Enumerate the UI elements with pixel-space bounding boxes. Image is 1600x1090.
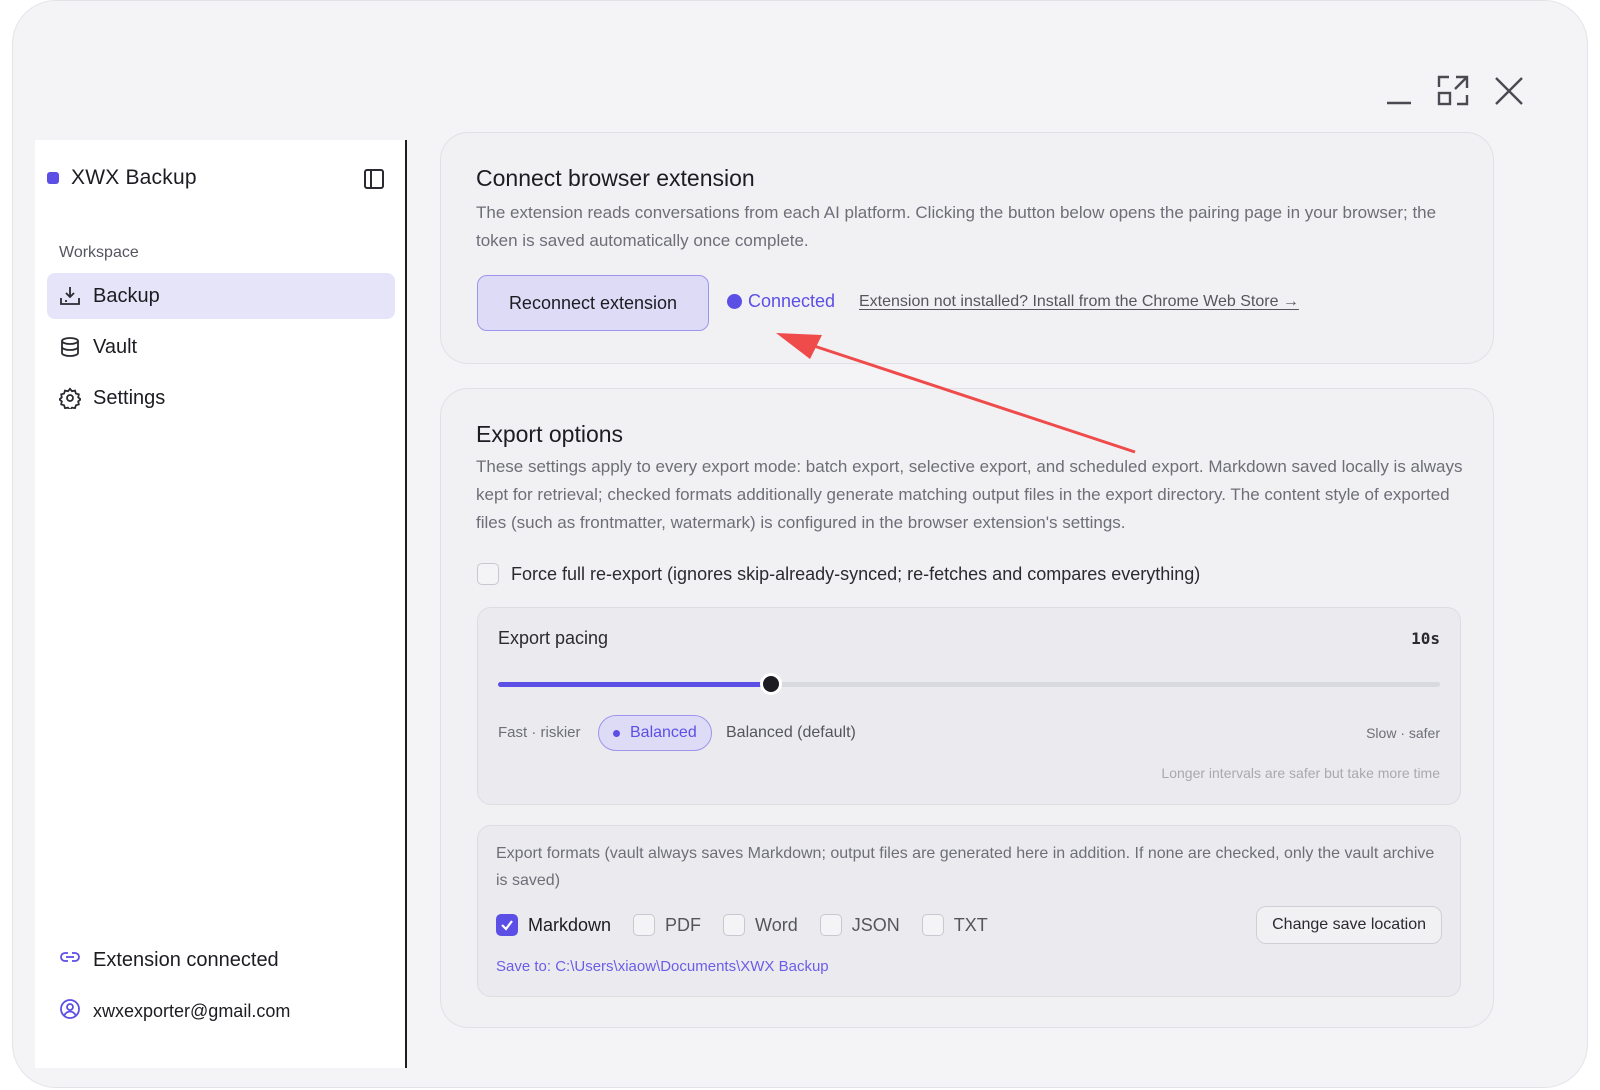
format-option-pdf[interactable]: PDF (633, 914, 701, 936)
app-title: XWX Backup (71, 166, 197, 189)
pacing-preset-chip[interactable]: Balanced (598, 715, 712, 751)
reconnect-extension-button[interactable]: Reconnect extension (477, 275, 709, 331)
force-reexport-checkbox[interactable] (477, 563, 499, 585)
pacing-chip-label: Balanced (630, 724, 697, 741)
close-icon[interactable] (1489, 71, 1529, 111)
format-option-markdown[interactable]: Markdown (496, 914, 611, 936)
format-option-json[interactable]: JSON (819, 914, 900, 936)
formats-description: Export formats (vault always saves Markd… (496, 845, 1435, 889)
maximize-icon[interactable] (1433, 71, 1473, 111)
force-reexport-option[interactable]: Force full re-export (ignores skip-alrea… (477, 563, 1200, 585)
export-options-card: Export options These settings apply to e… (440, 388, 1494, 1028)
connect-extension-card: Connect browser extension The extension … (440, 132, 1494, 364)
format-checkbox-txt[interactable] (921, 914, 944, 936)
export-card-title: Export options (476, 421, 624, 447)
install-extension-link[interactable]: Extension not installed? Install from th… (859, 293, 1299, 311)
minimize-icon[interactable] (1379, 71, 1419, 111)
connect-card-title: Connect browser extension (476, 165, 755, 191)
sidebar-item-label: Settings (93, 386, 166, 409)
format-checkbox-pdf[interactable] (633, 914, 656, 936)
export-pacing-panel: Export pacing 10s Fast · riskier Balance… (477, 607, 1461, 805)
extension-status-text: Extension connected (93, 948, 279, 971)
status-dot-icon (727, 294, 742, 309)
format-checkbox-word[interactable] (723, 914, 746, 936)
connection-status-text: Connected (748, 291, 836, 311)
brand-logo-icon (47, 172, 59, 184)
chip-dot-icon (613, 729, 620, 737)
format-checkbox-json[interactable] (819, 914, 842, 936)
sidebar-item-label: Backup (93, 284, 160, 307)
pacing-title: Export pacing (498, 628, 609, 648)
sidebar-item-label: Vault (93, 335, 138, 358)
pacing-hint: Longer intervals are safer but take more… (1161, 765, 1440, 781)
pacing-slider[interactable] (498, 673, 1440, 695)
sidebar-item-vault[interactable]: Vault (47, 324, 395, 370)
format-checkbox-markdown[interactable] (496, 914, 518, 936)
format-label: Markdown (528, 914, 612, 935)
formats-options: Markdown PDF Word JSON TXT (496, 914, 1010, 936)
account-email: xwxexporter@gmail.com (93, 1001, 291, 1021)
pacing-default-label: Balanced (default) (726, 724, 856, 741)
section-label-workspace: Workspace (59, 244, 139, 261)
user-avatar-icon (59, 998, 81, 1025)
link-icon (59, 946, 81, 974)
pacing-fast-label: Fast · riskier (498, 724, 581, 741)
sidebar-item-settings[interactable]: Settings (47, 375, 395, 421)
connection-status: Connected (727, 291, 835, 312)
connect-card-description: The extension reads conversations from e… (476, 203, 1437, 250)
brand: XWX Backup (47, 166, 197, 190)
sidebar: XWX Backup Workspace Backup Vault Settin… (35, 140, 407, 1068)
format-option-word[interactable]: Word (723, 914, 798, 936)
pacing-slow-label: Slow · safer (1366, 725, 1440, 741)
sidebar-item-backup[interactable]: Backup (47, 273, 395, 319)
change-save-location-button[interactable]: Change save location (1256, 906, 1442, 944)
format-label: JSON (851, 914, 900, 935)
export-card-description: These settings apply to every export mod… (476, 457, 1463, 532)
upload-tray-icon (59, 285, 81, 307)
export-formats-panel: Export formats (vault always saves Markd… (477, 825, 1461, 997)
pacing-slider-thumb[interactable] (760, 673, 783, 695)
save-path: Save to: C:\Users\xiaow\Documents\XWX Ba… (496, 958, 829, 975)
pacing-slider-fill (498, 682, 772, 687)
extension-status: Extension connected (59, 946, 279, 974)
format-label: TXT (953, 914, 988, 935)
format-label: Word (755, 914, 798, 935)
force-reexport-label: Force full re-export (ignores skip-alrea… (511, 563, 1201, 584)
sidebar-toggle-icon[interactable] (363, 168, 387, 192)
format-option-txt[interactable]: TXT (921, 914, 988, 936)
format-label: PDF (665, 914, 702, 935)
database-icon (59, 336, 81, 358)
account[interactable]: xwxexporter@gmail.com (59, 998, 290, 1025)
pacing-value: 10s (1411, 629, 1440, 648)
gear-icon (59, 387, 81, 409)
